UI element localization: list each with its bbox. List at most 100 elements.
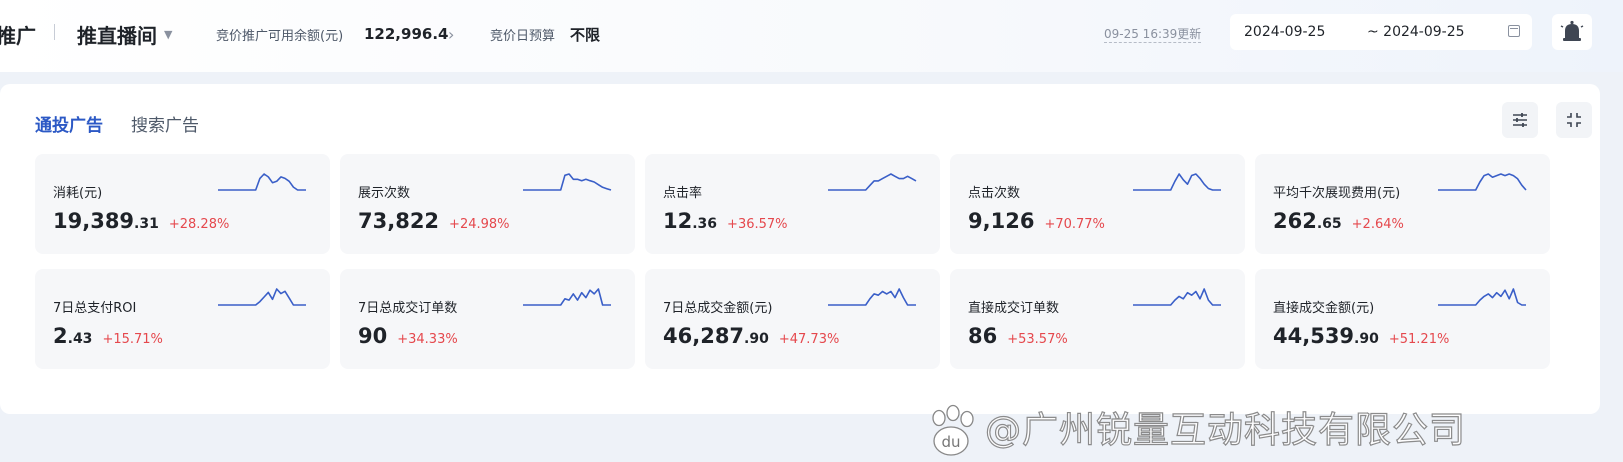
metric-change: +34.33%: [397, 332, 458, 347]
metric-sparkline: [218, 173, 306, 191]
sparkline-path: [1438, 288, 1526, 306]
metric-card[interactable]: 点击率 12.36 +36.57%: [645, 154, 940, 254]
metric-value-decimal: .36: [692, 216, 718, 232]
metric-title: 直接成交金额(元): [1273, 301, 1375, 316]
watermark-logo-text: du: [941, 433, 960, 451]
metric-change: +53.57%: [1007, 332, 1068, 347]
metric-card[interactable]: 7日总成交订单数 90 +34.33%: [340, 269, 635, 369]
metric-value-integer: 9,126: [968, 209, 1035, 233]
sparkline-path: [1133, 288, 1221, 306]
divider: [54, 24, 55, 40]
metric-value: 44,539.90 +51.21%: [1273, 324, 1449, 348]
update-time: 09-25 16:39更新: [1104, 27, 1202, 43]
metric-value-decimal: .90: [744, 331, 769, 347]
sparkline-path: [523, 288, 611, 306]
metric-sparkline: [1438, 288, 1526, 306]
metric-sparkline: [1133, 173, 1221, 191]
metric-value-integer: 44,539: [1273, 324, 1355, 348]
main-panel: 通投广告 搜索广告 消耗(元) 19,389.31 +28.28% 展示次数 73,82…: [0, 84, 1600, 456]
metric-title: 7日总成交金额(元): [663, 301, 773, 316]
metric-sparkline: [1133, 288, 1221, 306]
metric-change: +47.73%: [778, 332, 840, 347]
metric-title: 展示次数: [358, 186, 411, 201]
metric-value-integer: 12: [663, 209, 693, 233]
metric-value: 90 +34.33%: [358, 324, 458, 348]
metric-sparkline: [523, 288, 611, 306]
watermark-text: @广州锐量互动科技有限公司: [984, 409, 1467, 451]
date-start[interactable]: 2024-09-25: [1244, 24, 1325, 40]
metric-value-integer: 19,389: [53, 209, 135, 233]
mode-selector[interactable]: 推直播间 ▼: [77, 0, 172, 68]
metric-value: 9,126 +70.77%: [968, 209, 1105, 233]
collapse-button[interactable]: [1556, 102, 1592, 138]
metric-card[interactable]: 消耗(元) 19,389.31 +28.28%: [35, 154, 330, 254]
metric-value: 46,287.90 +47.73%: [663, 324, 839, 348]
ad-type-tabs: 通投广告 搜索广告: [35, 111, 199, 136]
chevron-right-icon[interactable]: ›: [448, 0, 454, 68]
metric-title: 点击次数: [968, 186, 1021, 201]
metric-value: 2.43 +15.71%: [53, 324, 163, 348]
metric-value-decimal: .43: [67, 331, 93, 347]
date-end[interactable]: ~ 2024-09-25: [1367, 24, 1465, 40]
metric-change: +28.28%: [168, 217, 230, 232]
metric-card[interactable]: 平均千次展现费用(元) 262.65 +2.64%: [1255, 154, 1550, 254]
metric-value-decimal: .31: [134, 216, 159, 232]
collapse-icon: [1567, 113, 1581, 127]
budget-label: 竞价日预算: [490, 28, 556, 44]
metric-value-integer: 262: [1273, 209, 1317, 233]
bell-icon: [1560, 20, 1584, 41]
metric-card[interactable]: 直接成交订单数 86 +53.57%: [950, 269, 1245, 369]
sparkline-path: [218, 173, 306, 191]
balance-label: 竞价推广可用余额(元): [216, 28, 344, 44]
metric-sparkline: [523, 173, 612, 191]
metric-value-decimal: .65: [1316, 216, 1342, 232]
sparkline-path: [828, 288, 916, 306]
notify-button[interactable]: [1552, 14, 1592, 50]
calendar-icon: [1508, 25, 1520, 37]
mode-label: 推直播间: [77, 23, 157, 48]
metric-value: 86 +53.57%: [968, 324, 1068, 348]
metric-value: 262.65 +2.64%: [1273, 209, 1404, 233]
metric-card[interactable]: 点击次数 9,126 +70.77%: [950, 154, 1245, 254]
metric-card[interactable]: 展示次数 73,822 +24.98%: [340, 154, 635, 254]
budget-value: 不限: [570, 25, 601, 44]
sparkline-path: [828, 173, 917, 191]
metric-sparkline: [828, 173, 917, 191]
metric-change: +70.77%: [1044, 217, 1105, 232]
metric-sparkline: [828, 288, 916, 306]
metric-title: 点击率: [663, 186, 703, 201]
brand-partial: 推广: [0, 23, 36, 48]
metric-title: 7日总成交订单数: [358, 301, 458, 316]
metric-card[interactable]: 7日总支付ROI 2.43 +15.71%: [35, 269, 330, 369]
metric-change: +36.57%: [727, 217, 788, 232]
metric-title: 7日总支付ROI: [53, 301, 137, 316]
metric-change: +2.64%: [1351, 217, 1404, 232]
sparkline-path: [523, 173, 612, 191]
sparkline-path: [1438, 173, 1527, 191]
metric-title: 消耗(元): [53, 186, 103, 201]
filter-sliders-icon: [1513, 113, 1527, 127]
metric-value-integer: 2: [53, 324, 68, 348]
date-range-picker[interactable]: 2024-09-25 ~ 2024-09-25: [1230, 14, 1532, 50]
metric-title: 直接成交订单数: [968, 301, 1060, 316]
metric-card[interactable]: 直接成交金额(元) 44,539.90 +51.21%: [1255, 269, 1550, 369]
sparkline-path: [218, 288, 306, 306]
metric-card[interactable]: 7日总成交金额(元) 46,287.90 +47.73%: [645, 269, 940, 369]
metric-value-integer: 90: [358, 324, 388, 348]
caret-down-icon: ▼: [164, 27, 173, 41]
metric-value: 19,389.31 +28.28%: [53, 209, 229, 233]
balance-value: 122,996.4: [364, 25, 449, 43]
metric-change: +24.98%: [449, 217, 510, 232]
metric-value: 12.36 +36.57%: [663, 209, 788, 233]
metric-value: 73,822 +24.98%: [358, 209, 510, 233]
filter-button[interactable]: [1502, 102, 1538, 138]
watermark: du @广州锐量互动科技有限公司: [925, 396, 1595, 462]
tab-search-ads[interactable]: 搜索广告: [131, 111, 199, 136]
metric-change: +51.21%: [1388, 332, 1450, 347]
sparkline-path: [1133, 173, 1221, 191]
metric-value-integer: 86: [968, 324, 998, 348]
top-bar: 推广 推直播间 ▼ 竞价推广可用余额(元) 122,996.4 › 竞价日预算 …: [0, 0, 1623, 72]
metric-change: +15.71%: [102, 332, 163, 347]
metric-value-integer: 73,822: [358, 209, 440, 233]
tab-feed-ads[interactable]: 通投广告: [35, 111, 103, 136]
